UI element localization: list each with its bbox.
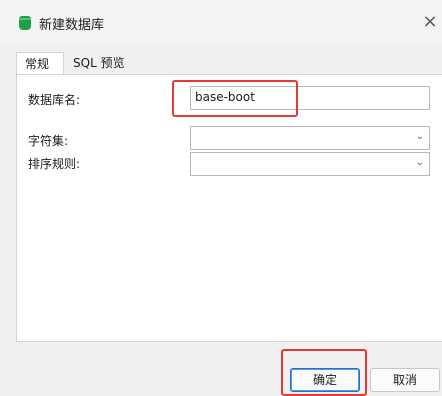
annotation-box [281, 349, 367, 396]
database-icon [19, 16, 31, 30]
title-bar: 新建数据库 × [0, 0, 442, 44]
db-name-label: 数据库名: [28, 93, 81, 107]
collation-label: 排序规则: [28, 157, 81, 171]
tab-sql-preview[interactable]: SQL 预览 [70, 52, 143, 74]
cancel-button[interactable]: 取消 [370, 368, 440, 392]
close-icon[interactable]: × [419, 10, 441, 34]
chevron-down-icon: ⌄ [415, 131, 424, 142]
tab-general[interactable]: 常规 [16, 52, 64, 74]
chevron-down-icon: ⌄ [415, 157, 424, 168]
collation-select[interactable]: ⌄ [190, 152, 430, 176]
charset-label: 字符集: [28, 134, 69, 148]
annotation-box [172, 80, 298, 117]
window-title: 新建数据库 [39, 18, 105, 33]
dialog-body: 常规 SQL 预览 数据库名: base-boot 字符集: ⌄ 排序规则: ⌄… [0, 44, 442, 396]
charset-select[interactable]: ⌄ [190, 126, 430, 150]
